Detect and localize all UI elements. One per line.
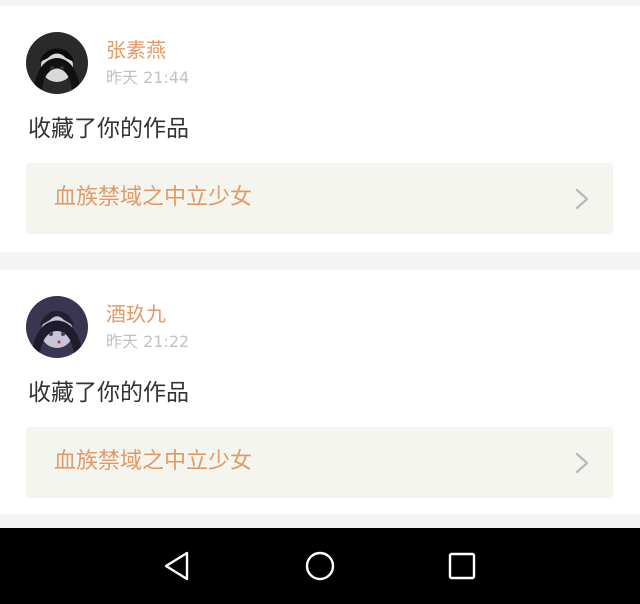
username[interactable]: 张素燕 [106, 38, 166, 62]
chevron-right-icon [575, 452, 589, 474]
timestamp: 昨天 21:22 [106, 332, 190, 351]
username[interactable]: 酒玖九 [106, 302, 166, 326]
user-avatar[interactable] [26, 296, 88, 358]
timestamp: 昨天 21:44 [106, 68, 190, 87]
notification-card: 酒玖九 昨天 21:22 收藏了你的作品 血族禁域之中立少女 [0, 270, 640, 514]
notification-card: 张素燕 昨天 21:44 收藏了你的作品 血族禁域之中立少女 [0, 6, 640, 252]
action-text: 收藏了你的作品 [28, 380, 189, 406]
chevron-right-icon [575, 188, 589, 210]
work-title: 血族禁域之中立少女 [54, 449, 253, 474]
avatar-image [26, 32, 88, 94]
user-avatar[interactable] [26, 32, 88, 94]
back-triangle-icon[interactable] [160, 548, 196, 584]
recent-square-icon[interactable] [444, 548, 480, 584]
home-circle-icon[interactable] [302, 548, 338, 584]
notification-feed: 张素燕 昨天 21:44 收藏了你的作品 血族禁域之中立少女 酒玖九 昨天 21… [0, 0, 640, 528]
avatar-image [26, 296, 88, 358]
action-text: 收藏了你的作品 [28, 116, 189, 142]
work-link-card[interactable]: 血族禁域之中立少女 [26, 163, 613, 234]
system-navigation-bar [0, 528, 640, 604]
work-link-card[interactable]: 血族禁域之中立少女 [26, 427, 613, 498]
work-title: 血族禁域之中立少女 [54, 185, 253, 210]
